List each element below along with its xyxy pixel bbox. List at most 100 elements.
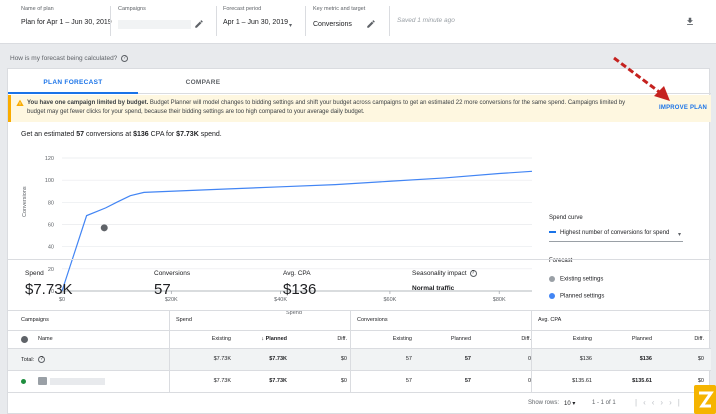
dropdown-arrow-icon: ▾ (677, 232, 681, 238)
metric-conversions-value: 57 (154, 281, 171, 298)
total-cpa-diff: $0 (697, 356, 704, 362)
warning-icon (16, 99, 24, 106)
download-icon[interactable] (685, 16, 695, 27)
brand-logo-icon (694, 385, 716, 414)
table-group-header: Campaigns Spend Conversions Avg. CPA (8, 310, 711, 330)
first-page-icon[interactable]: |‹ (635, 398, 652, 407)
dropdown-arrow-icon: ▾ (289, 23, 293, 29)
plan-name-value: Plan for Apr 1 – Jun 30, 2019 (21, 19, 112, 26)
header-divider (110, 6, 111, 36)
legend-existing-label: Existing settings (560, 276, 604, 283)
total-conv-diff: 0 (527, 356, 531, 362)
col-conv-planned[interactable]: Planned (435, 336, 471, 342)
show-rows-label: Show rows: (528, 400, 560, 406)
col-conv-diff[interactable]: Diff. (495, 336, 531, 342)
chart-x-tick-label: $80K (493, 297, 506, 303)
key-metric-field[interactable]: Key metric and target Conversions (313, 6, 383, 38)
col-conv-existing[interactable]: Existing (376, 336, 412, 342)
pagination-range: 1 - 1 of 1 (592, 400, 616, 406)
col-group-avg-cpa: Avg. CPA (538, 317, 562, 323)
help-icon[interactable]: ? (121, 55, 129, 62)
table-row[interactable]: $7.73K $7.73K $0 57 57 0 $135.61 $135.61… (8, 370, 711, 392)
status-header-icon (21, 336, 28, 343)
summary-cpa: $136 (133, 131, 149, 138)
annotation-arrow-icon (613, 56, 670, 101)
last-page-icon[interactable]: ›| (669, 398, 686, 407)
header-divider (389, 6, 390, 36)
col-cpa-planned[interactable]: Planned (616, 336, 652, 342)
col-spend-planned[interactable]: ↓ Planned (251, 336, 287, 342)
help-icon[interactable]: ? (469, 270, 477, 277)
key-metric-label: Key metric and target (313, 6, 366, 12)
col-spend-diff[interactable]: Diff. (311, 336, 347, 342)
campaigns-value-redacted (118, 19, 191, 29)
forecast-tabs: PLAN FORECAST COMPARE (8, 69, 711, 94)
budget-warning-banner: You have one campaign limited by budget.… (8, 95, 711, 122)
improve-plan-button[interactable]: IMPROVE PLAN (659, 105, 707, 111)
banner-message: You have one campaign limited by budget.… (27, 99, 627, 117)
plan-name-field[interactable]: Name of plan Plan for Apr 1 – Jun 30, 20… (21, 6, 112, 38)
edit-pencil-icon[interactable] (366, 19, 376, 29)
summary-text: spend. (198, 131, 222, 138)
show-rows-select[interactable]: 10 ▾ (564, 400, 575, 407)
chart-y-tick-label: 60 (48, 223, 54, 229)
col-name[interactable]: Name (38, 336, 53, 342)
total-cpa-existing: $136 (579, 356, 592, 362)
col-group-campaigns: Campaigns (21, 317, 49, 323)
spend-curve-chart[interactable]: 020406080100120$0 $20K $40K $60K $80K (18, 143, 538, 325)
spend-curve-select[interactable]: Highest number of conversions for spend … (549, 230, 683, 242)
campaign-name-redacted[interactable] (50, 378, 105, 385)
total-label-text: Total: (21, 356, 35, 363)
table-column-header: Name Existing ↓ Planned Diff. Existing P… (8, 330, 711, 348)
help-icon[interactable]: ? (38, 356, 46, 363)
row-spend-existing: $7.73K (213, 378, 231, 384)
metric-conversions: Conversions 57 (154, 270, 190, 298)
forecast-help-link[interactable]: How is my forecast being calculated? ? (10, 55, 129, 62)
metric-cpa-label: Avg. CPA (283, 270, 311, 277)
summary-text: Get an estimated (21, 131, 77, 138)
series-line-icon (549, 231, 556, 234)
row-cpa-existing: $135.61 (572, 378, 592, 384)
chart-y-tick-label: 100 (45, 178, 54, 184)
summary-text: conversions at (84, 131, 134, 138)
metric-avg-cpa: Avg. CPA $136 (283, 270, 316, 298)
column-divider (350, 310, 351, 392)
forecast-summary: Get an estimated 57 conversions at $136 … (21, 131, 222, 138)
saved-status: Saved 1 minute ago (397, 17, 455, 24)
col-cpa-existing[interactable]: Existing (556, 336, 592, 342)
col-spend-existing[interactable]: Existing (195, 336, 231, 342)
summary-conversions: 57 (76, 131, 85, 138)
edit-pencil-icon[interactable] (194, 19, 204, 29)
legend-planned: Planned settings (549, 293, 604, 300)
plan-header: Name of plan Plan for Apr 1 – Jun 30, 20… (0, 0, 716, 44)
legend-existing-dot (549, 276, 555, 282)
total-conv-existing: 57 (405, 356, 412, 362)
next-page-icon[interactable]: › (660, 398, 669, 407)
summary-text: CPA for (148, 131, 177, 138)
campaigns-field[interactable]: Campaigns (118, 6, 208, 38)
metric-spend-label: Spend (25, 270, 44, 277)
forecast-period-field[interactable]: Forecast period Apr 1 – Jun 30, 2019 ▾ (223, 6, 298, 38)
seasonality-label: Seasonality impact (412, 270, 467, 278)
tab-plan-forecast[interactable]: PLAN FORECAST (8, 69, 138, 94)
chart-y-axis-label: Conversions (22, 186, 28, 217)
summary-spend: $7.73K (176, 131, 199, 138)
campaign-type-icon (38, 377, 47, 385)
metric-cpa-value: $136 (283, 281, 317, 298)
row-cpa-diff: $0 (697, 378, 704, 384)
spend-curve-option: Highest number of conversions for spend (560, 230, 670, 236)
header-divider (216, 6, 217, 36)
column-divider (169, 310, 170, 392)
chart-y-tick-label: 120 (45, 156, 54, 162)
row-cpa-planned: $135.61 (632, 378, 652, 384)
forecast-period-value: Apr 1 – Jun 30, 2019 (223, 19, 288, 26)
row-conv-existing: 57 (405, 378, 412, 384)
tab-compare[interactable]: COMPARE (138, 69, 268, 94)
key-metric-value: Conversions (313, 20, 352, 28)
section-divider (8, 259, 711, 260)
seasonality-value: Normal traffic (412, 285, 455, 293)
col-cpa-diff[interactable]: Diff. (668, 336, 704, 342)
legend-planned-dot (549, 293, 555, 299)
metric-spend: Spend $7.73K (25, 270, 73, 298)
col-group-spend: Spend (176, 317, 192, 323)
